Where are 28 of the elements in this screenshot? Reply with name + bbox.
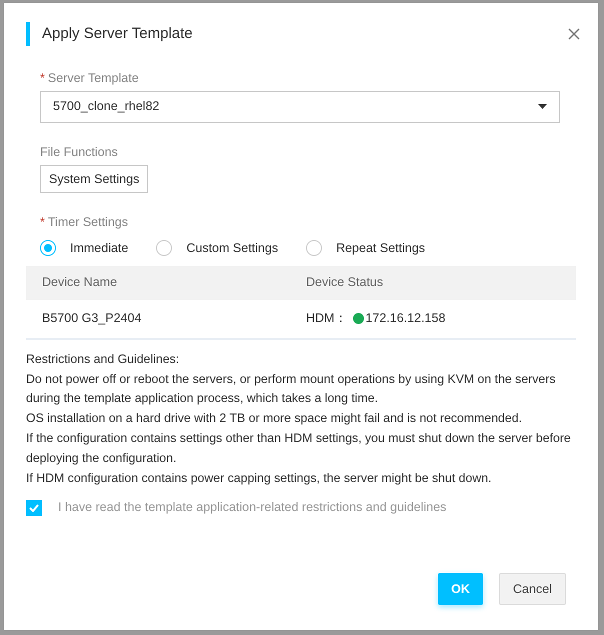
acknowledge-checkbox[interactable] (26, 500, 42, 516)
file-function-button[interactable]: System Settings (40, 164, 148, 194)
guidelines-title: Restrictions and Guidelines: (26, 350, 180, 368)
server-template-select[interactable]: 5700_clone_rhel82 (40, 90, 560, 123)
field-label: Timer Settings (48, 215, 128, 230)
guideline-text: Do not power off or reboot the servers, or perform mount operations by using KVM on the servers during the template application process, which takes a long time. (26, 370, 556, 408)
timer-radio-option[interactable]: Custom Settings (156, 239, 278, 258)
dropdown-caret-icon (538, 104, 547, 110)
status-label: HDM： (306, 310, 348, 328)
timer-radio-option[interactable]: Immediate (40, 239, 128, 258)
guideline-text: If the configuration contains settings other than HDM settings, you must shut down the server before deploying the configuration. (26, 430, 572, 467)
column-header: Device Status (306, 274, 384, 292)
cancel-button[interactable]: Cancel (499, 573, 566, 605)
checkmark-icon (29, 504, 39, 512)
acknowledge-label: I have read the template application-related restrictions and guidelines (58, 499, 446, 516)
dialog-title: Apply Server Template (42, 24, 193, 44)
close-button[interactable] (566, 26, 582, 42)
field-label: File Functions (40, 144, 118, 159)
required-mark: * (40, 215, 45, 230)
title-accent-bar (26, 22, 30, 46)
table-cell-text: B5700 G3_P2404 (41, 310, 142, 328)
guideline-text: OS installation on a hard drive with 2 TB or more space might fail and is not recommended. (26, 410, 523, 428)
required-mark: * (40, 71, 45, 85)
column-header: Device Name (41, 274, 118, 292)
timer-radio-option[interactable]: Repeat Settings (306, 239, 426, 258)
ip-address: 172.16.12.158 (365, 310, 446, 328)
field-label: Server Template (48, 71, 139, 85)
guideline-text: If HDM configuration contains power capping settings, the server might be shut down. (26, 470, 492, 487)
